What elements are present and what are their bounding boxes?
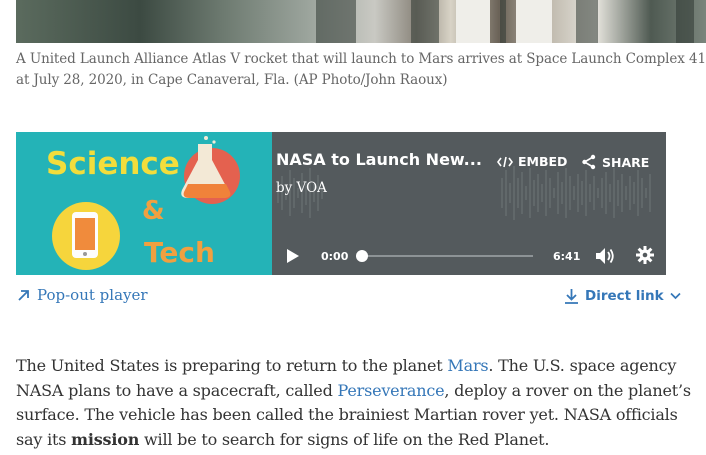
embed-button[interactable]: EMBED [497, 154, 567, 169]
code-icon [497, 156, 513, 167]
download-icon [565, 289, 578, 304]
mission-bold-term: mission [71, 429, 140, 449]
direct-link-label: Direct link [585, 288, 664, 304]
gear-icon[interactable] [636, 246, 654, 264]
arrow-up-right-icon [18, 290, 29, 301]
share-button[interactable]: SHARE [581, 154, 649, 170]
audio-title[interactable]: NASA to Launch New... [276, 150, 482, 169]
mars-link[interactable]: Mars [447, 356, 488, 375]
embed-label: EMBED [518, 154, 568, 169]
play-icon[interactable] [286, 248, 300, 264]
thumb-tech-text: Tech [144, 236, 215, 269]
article-paragraph: The United States is preparing to return… [16, 354, 706, 452]
share-icon [582, 154, 596, 170]
article-photo [16, 0, 706, 43]
perseverance-link[interactable]: Perseverance [338, 381, 445, 400]
thumb-ampersand-text: & [142, 196, 165, 226]
article-text: will be to search for signs of life on t… [139, 429, 550, 449]
current-time: 0:00 [321, 250, 349, 263]
podcast-thumbnail[interactable]: Science & Tech [16, 132, 272, 275]
photo-caption: A United Launch Alliance Atlas V rocket … [16, 51, 706, 88]
volume-icon[interactable] [595, 247, 615, 265]
duration: 6:41 [553, 250, 581, 263]
popout-player-link[interactable]: Pop-out player [17, 286, 148, 304]
direct-link-dropdown[interactable]: Direct link [564, 288, 681, 304]
audio-byline: by VOA [276, 180, 327, 196]
chevron-down-icon [670, 292, 681, 300]
share-label: SHARE [602, 154, 650, 170]
phone-icon [52, 202, 120, 270]
article-text: The United States is preparing to return… [16, 356, 448, 375]
thumb-science-text: Science [46, 146, 180, 182]
progress-handle[interactable] [356, 250, 368, 262]
popout-player-label: Pop-out player [37, 286, 148, 304]
progress-track[interactable] [360, 255, 533, 257]
